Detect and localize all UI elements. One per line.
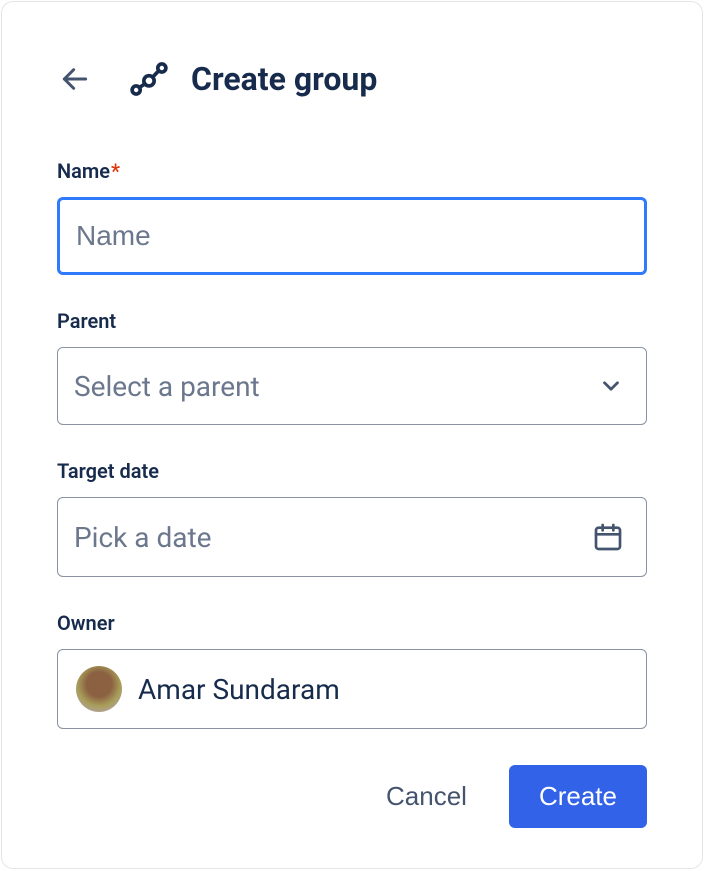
group-icon bbox=[127, 57, 171, 101]
arrow-left-icon bbox=[59, 63, 91, 95]
name-field-group: Name* bbox=[57, 159, 647, 275]
actions-bar: Cancel Create bbox=[57, 765, 647, 828]
parent-label: Parent bbox=[57, 309, 647, 333]
target-date-placeholder: Pick a date bbox=[74, 521, 211, 554]
owner-value: Amar Sundaram bbox=[138, 673, 340, 706]
parent-field-group: Parent Select a parent bbox=[57, 309, 647, 425]
owner-field-group: Owner Amar Sundaram bbox=[57, 611, 647, 729]
modal-header: Create group bbox=[57, 57, 647, 101]
parent-select[interactable]: Select a parent bbox=[57, 347, 647, 425]
create-group-modal: Create group Name* Parent Select a paren… bbox=[1, 1, 703, 869]
target-date-field-group: Target date Pick a date bbox=[57, 459, 647, 577]
cancel-button[interactable]: Cancel bbox=[366, 765, 487, 828]
required-indicator: * bbox=[111, 159, 120, 183]
avatar bbox=[76, 666, 122, 712]
chevron-down-icon bbox=[598, 373, 624, 399]
parent-placeholder: Select a parent bbox=[74, 370, 260, 403]
create-button[interactable]: Create bbox=[509, 765, 647, 828]
page-title: Create group bbox=[191, 60, 377, 98]
target-date-label: Target date bbox=[57, 459, 647, 483]
target-date-input[interactable]: Pick a date bbox=[57, 497, 647, 577]
owner-label: Owner bbox=[57, 611, 647, 635]
name-label: Name* bbox=[57, 159, 647, 183]
calendar-icon bbox=[592, 521, 624, 553]
back-button[interactable] bbox=[57, 61, 93, 97]
name-input[interactable] bbox=[57, 197, 647, 275]
owner-select[interactable]: Amar Sundaram bbox=[57, 649, 647, 729]
